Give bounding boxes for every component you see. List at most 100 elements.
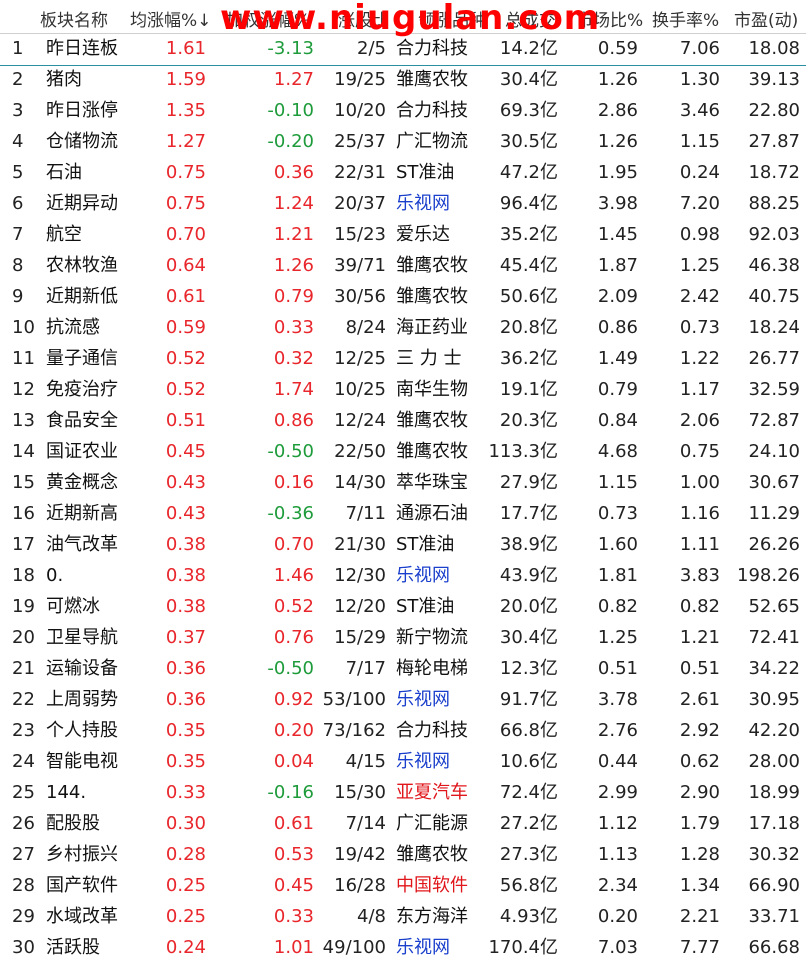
table-row[interactable]: 23 个人持股 0.35 0.20 73/162 合力科技 66.8亿 2.76 2.92 42.… — [0, 716, 806, 747]
table-row[interactable]: 10 抗流感 0.59 0.33 8/24 海正药业 20.8亿 0.86 0.73 18.24 — [0, 313, 806, 344]
cell-avg-change: 0.25 — [165, 906, 206, 927]
cell-row-number: 17 — [12, 534, 35, 555]
table-row[interactable]: 25 144. 0.33 -0.16 15/30 亚夏汽车 72.4亿 2.99 2.90 18.… — [0, 778, 806, 809]
cell-leader-stock[interactable]: 乐视网 — [396, 192, 486, 216]
cell-leader-stock[interactable]: 雏鹰农牧 — [396, 409, 486, 433]
cell-turnover-rate: 1.28 — [679, 844, 720, 865]
table-row[interactable]: 28 国产软件 0.25 0.45 16/28 中国软件 56.8亿 2.34 1.34 66.9… — [0, 871, 806, 902]
cell-leader-stock[interactable]: 乐视网 — [396, 564, 486, 588]
table-row[interactable]: 12 免疫治疗 0.52 1.74 10/25 南华生物 19.1亿 0.79 1.17 32.5… — [0, 375, 806, 406]
cell-total-amount: 30.4亿 — [499, 69, 558, 90]
cell-leader-stock[interactable]: 雏鹰农牧 — [396, 285, 486, 309]
cell-pe-ratio: 198.26 — [737, 565, 800, 586]
cell-leader-stock[interactable]: 新宁物流 — [396, 626, 486, 650]
cell-turnover-rate: 1.30 — [679, 69, 720, 90]
cell-row-number: 15 — [12, 472, 35, 493]
cell-leader-stock[interactable]: 乐视网 — [396, 750, 486, 774]
cell-market-ratio: 1.60 — [597, 534, 638, 555]
cell-leader-stock[interactable]: 中国软件 — [396, 874, 486, 898]
cell-leader-stock[interactable]: 梅轮电梯 — [396, 657, 486, 681]
cell-weighted-change: -0.36 — [267, 503, 314, 524]
table-row[interactable]: 2 猪肉 1.59 1.27 19/25 雏鹰农牧 30.4亿 1.26 1.30 39.13 — [0, 65, 806, 96]
cell-leader-stock[interactable]: 雏鹰农牧 — [396, 440, 486, 464]
table-row[interactable]: 9 近期新低 0.61 0.79 30/56 雏鹰农牧 50.6亿 2.09 2.42 40.75 — [0, 282, 806, 313]
cell-leader-stock[interactable]: 海正药业 — [396, 316, 486, 340]
cell-leader-stock[interactable]: ST准油 — [396, 161, 486, 185]
cell-updown-ratio: 15/29 — [334, 627, 386, 648]
cell-pe-ratio: 30.67 — [748, 472, 800, 493]
cell-updown-ratio: 19/25 — [334, 69, 386, 90]
cell-leader-stock[interactable]: 合力科技 — [396, 99, 486, 123]
table-row[interactable]: 1 昨日连板 1.61 -3.13 2/5 合力科技 14.2亿 0.59 7.06 18.08 — [0, 34, 806, 66]
cell-leader-stock[interactable]: 东方海洋 — [396, 905, 486, 929]
table-row[interactable]: 13 食品安全 0.51 0.86 12/24 雏鹰农牧 20.3亿 0.84 2.06 72.8… — [0, 406, 806, 437]
cell-leader-stock[interactable]: 雏鹰农牧 — [396, 843, 486, 867]
table-row[interactable]: 15 黄金概念 0.43 0.16 14/30 萃华珠宝 27.9亿 1.15 1.00 30.6… — [0, 468, 806, 499]
cell-avg-change: 0.35 — [165, 720, 206, 741]
cell-updown-ratio: 10/25 — [334, 379, 386, 400]
cell-updown-ratio: 22/31 — [334, 162, 386, 183]
col-header-name[interactable]: 板块名称 — [40, 6, 108, 31]
cell-total-amount: 50.6亿 — [499, 286, 558, 307]
table-row[interactable]: 11 量子通信 0.52 0.32 12/25 三 力 士 36.2亿 1.49 1.22 26.… — [0, 344, 806, 375]
cell-leader-stock[interactable]: 乐视网 — [396, 688, 486, 712]
table-row[interactable]: 18 0. 0.38 1.46 12/30 乐视网 43.9亿 1.81 3.83 198.26 — [0, 561, 806, 592]
table-row[interactable]: 30 活跃股 0.24 1.01 49/100 乐视网 170.4亿 7.03 7.77 66.6… — [0, 933, 806, 964]
cell-sector-name: 猪肉 — [46, 69, 82, 90]
cell-leader-stock[interactable]: 合力科技 — [396, 719, 486, 743]
table-row[interactable]: 26 配股股 0.30 0.61 7/14 广汇能源 27.2亿 1.12 1.79 17.18 — [0, 809, 806, 840]
col-header-pe[interactable]: 市盈(动) — [734, 6, 798, 31]
cell-leader-stock[interactable]: 雏鹰农牧 — [396, 68, 486, 92]
cell-pe-ratio: 27.87 — [748, 131, 800, 152]
cell-leader-stock[interactable]: 雏鹰农牧 — [396, 254, 486, 278]
cell-leader-stock[interactable]: ST准油 — [396, 533, 486, 557]
cell-market-ratio: 1.26 — [597, 131, 638, 152]
cell-leader-stock[interactable]: 通源石油 — [396, 502, 486, 526]
cell-market-ratio: 0.59 — [597, 38, 638, 59]
cell-leader-stock[interactable]: 亚夏汽车 — [396, 781, 486, 805]
cell-leader-stock[interactable]: 南华生物 — [396, 378, 486, 402]
table-row[interactable]: 7 航空 0.70 1.21 15/23 爱乐达 35.2亿 1.45 0.98 92.03 — [0, 220, 806, 251]
table-row[interactable]: 4 仓储物流 1.27 -0.20 25/37 广汇物流 30.5亿 1.26 1.15 27.8… — [0, 127, 806, 158]
cell-avg-change: 0.75 — [165, 162, 206, 183]
cell-sector-name: 144. — [46, 782, 87, 803]
table-row[interactable]: 3 昨日涨停 1.35 -0.10 10/20 合力科技 69.3亿 2.86 3.46 22.8… — [0, 96, 806, 127]
cell-weighted-change: -0.10 — [267, 100, 314, 121]
cell-sector-name: 国产软件 — [46, 875, 118, 896]
cell-leader-stock[interactable]: 合力科技 — [396, 37, 486, 61]
cell-leader-stock[interactable]: 萃华珠宝 — [396, 471, 486, 495]
cell-leader-stock[interactable]: 爱乐达 — [396, 223, 486, 247]
table-row[interactable]: 21 运输设备 0.36 -0.50 7/17 梅轮电梯 12.3亿 0.51 0.51 34.2… — [0, 654, 806, 685]
cell-total-amount: 43.9亿 — [499, 565, 558, 586]
cell-sector-name: 水域改革 — [46, 906, 118, 927]
table-row[interactable]: 19 可燃冰 0.38 0.52 12/20 ST准油 20.0亿 0.82 0.82 52.65 — [0, 592, 806, 623]
table-row[interactable]: 16 近期新高 0.43 -0.36 7/11 通源石油 17.7亿 0.73 1.16 11.2… — [0, 499, 806, 530]
table-row[interactable]: 22 上周弱势 0.36 0.92 53/100 乐视网 91.7亿 3.78 2.61 30.9… — [0, 685, 806, 716]
table-row[interactable]: 14 国证农业 0.45 -0.50 22/50 雏鹰农牧 113.3亿 4.68 0.75 24… — [0, 437, 806, 468]
cell-leader-stock[interactable]: 三 力 士 — [396, 347, 486, 371]
table-row[interactable]: 20 卫星导航 0.37 0.76 15/29 新宁物流 30.4亿 1.25 1.21 72.4… — [0, 623, 806, 654]
cell-leader-stock[interactable]: 广汇能源 — [396, 812, 486, 836]
cell-updown-ratio: 8/24 — [345, 317, 386, 338]
cell-turnover-rate: 1.11 — [679, 534, 720, 555]
cell-avg-change: 1.27 — [165, 131, 206, 152]
col-header-turnover[interactable]: 换手率% — [652, 6, 719, 31]
cell-total-amount: 27.3亿 — [499, 844, 558, 865]
cell-leader-stock[interactable]: 广汇物流 — [396, 130, 486, 154]
table-row[interactable]: 17 油气改革 0.38 0.70 21/30 ST准油 38.9亿 1.60 1.11 26.2… — [0, 530, 806, 561]
table-row[interactable]: 29 水域改革 0.25 0.33 4/8 东方海洋 4.93亿 0.20 2.21 33.71 — [0, 902, 806, 933]
cell-avg-change: 0.33 — [165, 782, 206, 803]
cell-leader-stock[interactable]: ST准油 — [396, 595, 486, 619]
col-header-avg-change[interactable]: 均涨幅%↓ — [130, 6, 211, 31]
cell-market-ratio: 1.49 — [597, 348, 638, 369]
cell-pe-ratio: 18.08 — [748, 38, 800, 59]
cell-row-number: 3 — [12, 100, 24, 121]
table-row[interactable]: 24 智能电视 0.35 0.04 4/15 乐视网 10.6亿 0.44 0.62 28.00 — [0, 747, 806, 778]
table-row[interactable]: 6 近期异动 0.75 1.24 20/37 乐视网 96.4亿 3.98 7.20 88.25 — [0, 189, 806, 220]
cell-updown-ratio: 49/100 — [322, 937, 386, 958]
cell-market-ratio: 0.84 — [597, 410, 638, 431]
table-row[interactable]: 5 石油 0.75 0.36 22/31 ST准油 47.2亿 1.95 0.24 18.72 — [0, 158, 806, 189]
table-row[interactable]: 27 乡村振兴 0.28 0.53 19/42 雏鹰农牧 27.3亿 1.13 1.28 30.3… — [0, 840, 806, 871]
cell-leader-stock[interactable]: 乐视网 — [396, 936, 486, 960]
table-row[interactable]: 8 农林牧渔 0.64 1.26 39/71 雏鹰农牧 45.4亿 1.87 1.25 46.38 — [0, 251, 806, 282]
